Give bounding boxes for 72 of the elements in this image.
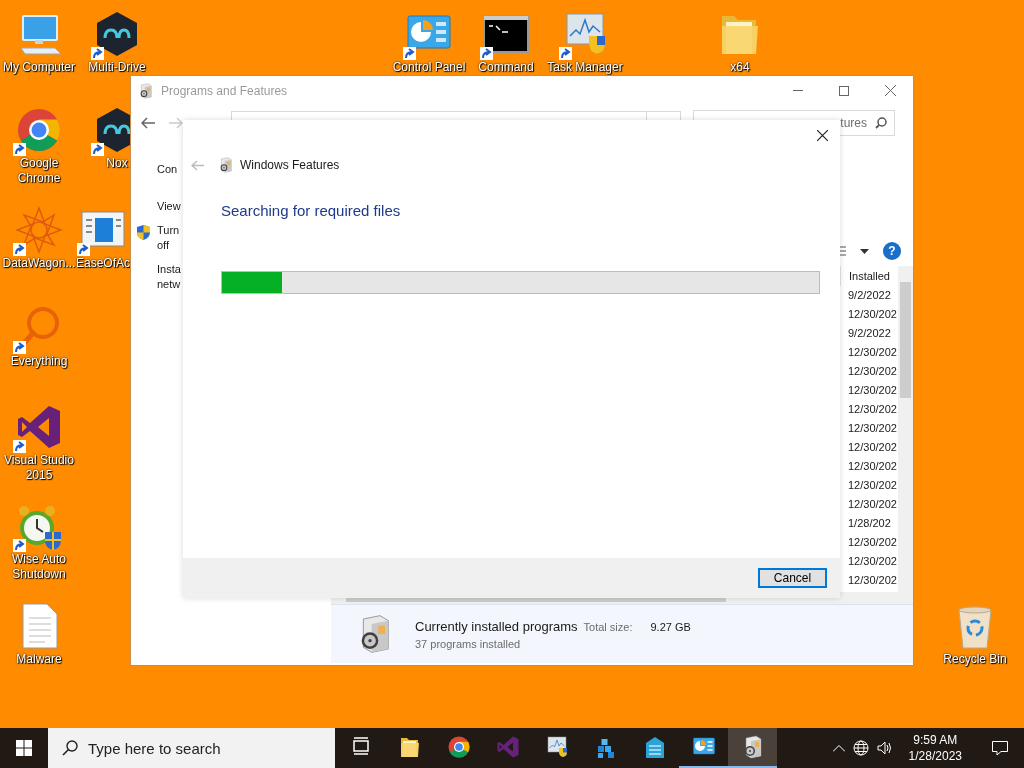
desktop-icon-label[interactable]: Malware [16, 652, 62, 667]
minimize-icon [793, 90, 803, 91]
date-cell-text: 12/30/202 [847, 383, 898, 398]
sidebar-link[interactable]: Turn off [157, 223, 185, 253]
browser-icon [15, 106, 63, 154]
desktop-icon-label[interactable]: Command [478, 60, 534, 75]
details-title: Currently installed programs [415, 618, 578, 634]
status-heading: Searching for required files [221, 202, 402, 219]
date-cell-text: 12/30/202 [847, 535, 898, 550]
desktop-icon-label[interactable]: DataWagon... [2, 256, 76, 271]
size-label: Total size: [583, 620, 633, 633]
desktop-icon-label[interactable]: Task Manager [547, 60, 623, 75]
date-cell-text: 12/30/202 [847, 307, 898, 322]
search-icon [875, 116, 887, 129]
infinity-logo-icon [495, 735, 520, 759]
search-icon [62, 740, 78, 756]
desktop-icon-label[interactable]: Recycle Bin [943, 652, 1007, 667]
window-title: Programs and Features [161, 83, 288, 98]
size-value: 9.27 GB [650, 620, 691, 633]
desktop-icon-label[interactable]: Wise Auto Shutdown [0, 552, 78, 582]
desktop-icon-label[interactable]: Multi-Drive [88, 60, 146, 75]
close-icon [817, 129, 828, 141]
sidebar-link[interactable]: Insta netw [157, 262, 185, 292]
back-arrow-icon[interactable] [141, 116, 155, 129]
shield-icon [136, 224, 151, 241]
date-cell-text: 1/28/202 [847, 516, 892, 531]
date-cell-text: 12/30/202 [847, 440, 898, 455]
desktop-icon-label[interactable]: Everything [10, 354, 68, 369]
view-menu-icon[interactable] [840, 246, 846, 256]
program-count: 37 programs installed [415, 637, 522, 650]
desktop-icon-label[interactable]: Visual Studio 2015 [0, 453, 78, 483]
globe-icon[interactable] [852, 740, 869, 756]
maximize-icon [839, 85, 849, 96]
desktop-icon-label[interactable]: Nox [106, 156, 128, 171]
desktop-icon-label[interactable]: Control Panel [392, 60, 466, 75]
date-cell-text: 12/30/202 [847, 459, 898, 474]
star-pattern-icon [15, 206, 63, 254]
dialog-title: Windows Features [240, 158, 340, 172]
sidebar-link[interactable]: View [157, 199, 185, 214]
taskbar-app-button[interactable] [728, 728, 777, 768]
help-button[interactable]: ? [883, 242, 901, 260]
software-box-icon [138, 82, 154, 99]
chevron-up-icon[interactable] [832, 744, 845, 752]
windows-logo-icon [16, 740, 32, 756]
speaker-icon[interactable] [876, 741, 893, 755]
date-cell-text: 12/30/202 [847, 497, 898, 512]
sidebar-link[interactable]: Con [157, 162, 185, 177]
desktop-icon-label[interactable]: My Computer [3, 60, 75, 75]
date-cell-text: 12/30/202 [847, 573, 898, 588]
date-cell-text: 12/30/202 [847, 421, 898, 436]
caret-icon[interactable] [860, 248, 869, 254]
date-cell-text: 12/30/202 [847, 402, 898, 417]
desktop-icon-label[interactable]: EaseOfAc [76, 256, 130, 271]
date-cell-text: 12/30/202 [847, 554, 898, 569]
desktop-icon-label[interactable]: x64 [730, 60, 750, 75]
software-box-icon [218, 157, 234, 173]
monitor-chart-icon [544, 735, 569, 759]
cancel-button[interactable]: Cancel [758, 568, 827, 588]
vertical-scrollbar[interactable] [898, 266, 913, 592]
desktop-icon-label[interactable]: Google Chrome [0, 156, 78, 186]
infinity-logo-icon [15, 403, 63, 451]
date-cell-text: 9/2/2022 [847, 326, 892, 341]
date-cell-text: 9/2/2022 [847, 288, 892, 303]
date-cell-text: 12/30/202 [847, 364, 898, 379]
clock-time[interactable]: 9:59 AM [913, 732, 958, 748]
notification-icon[interactable] [992, 740, 1008, 756]
clock-date[interactable]: 1/28/2023 [908, 748, 962, 764]
close-icon [884, 85, 896, 96]
browser-icon [446, 735, 471, 759]
date-cell-text: 12/30/202 [847, 478, 898, 493]
search-field[interactable]: Type here to search [48, 728, 335, 768]
date-cell-text: 12/30/202 [847, 345, 898, 360]
